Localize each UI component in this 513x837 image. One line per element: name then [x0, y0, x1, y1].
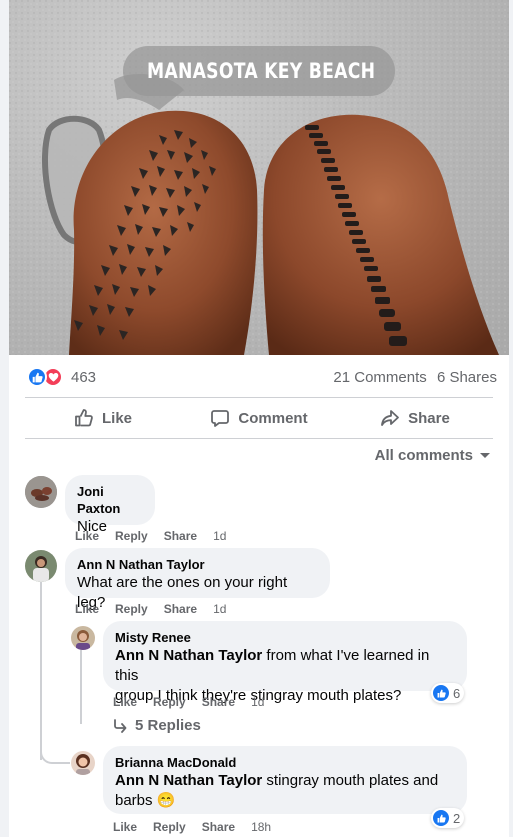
post-actions: Like Comment Share [25, 399, 493, 437]
comment-sort-dropdown[interactable]: All comments [375, 447, 491, 464]
comments-count[interactable]: 21 Comments [333, 369, 426, 386]
avatar[interactable] [25, 550, 57, 582]
comment-like-link[interactable]: Like [75, 529, 99, 543]
share-button[interactable]: Share [337, 399, 493, 437]
comment-timestamp[interactable]: 1d [213, 602, 226, 616]
chevron-down-icon [480, 452, 490, 458]
like-reaction-icon [433, 810, 449, 826]
reply-author[interactable]: Brianna MacDonald [115, 754, 455, 771]
post-photo[interactable]: MANASOTA KEY BEACH [9, 0, 509, 355]
like-button[interactable]: Like [25, 399, 181, 437]
like-reaction-icon[interactable] [27, 367, 47, 387]
reply-reaction-badge[interactable]: 2 [431, 808, 465, 828]
share-icon [381, 410, 400, 426]
reply-meta: Like Reply Share 18h [113, 820, 271, 834]
comment-author[interactable]: Joni Paxton [77, 483, 143, 517]
comment-share-link[interactable]: Share [164, 602, 197, 616]
like-reaction-icon [433, 685, 449, 701]
reaction-count: 2 [453, 810, 461, 826]
comment-bubble: Joni Paxton Nice [65, 475, 155, 535]
reaction-count[interactable]: 463 [71, 369, 96, 386]
divider [25, 397, 493, 398]
location-tag[interactable]: MANASOTA KEY BEACH [123, 46, 395, 96]
comment-reply-link[interactable]: Reply [115, 529, 148, 543]
reply-bubble: Brianna MacDonald Ann N Nathan Taylor st… [103, 746, 467, 814]
comment-button[interactable]: Comment [181, 399, 337, 437]
comment-meta: Like Reply Share 1d [75, 602, 226, 616]
thread-curve [40, 740, 70, 764]
share-label: Share [408, 409, 450, 427]
like-label: Like [101, 409, 132, 427]
reply-thread-line [80, 650, 82, 724]
grin-emoji-icon: 😁 [156, 792, 176, 809]
comment-timestamp[interactable]: 1d [213, 529, 226, 543]
location-label: MANASOTA KEY BEACH [147, 59, 376, 83]
thumbs-up-icon [75, 409, 93, 427]
comment-like-link[interactable]: Like [75, 602, 99, 616]
comment-bubble: Ann N Nathan Taylor What are the ones on… [65, 548, 330, 611]
reply-reply-link[interactable]: Reply [153, 695, 186, 709]
reply-arrow-icon [114, 718, 127, 733]
reply-author[interactable]: Misty Renee [115, 629, 455, 646]
reply-mention[interactable]: Ann N Nathan Taylor [115, 772, 262, 789]
reply-like-link[interactable]: Like [113, 695, 137, 709]
comment-icon [211, 410, 230, 427]
reply-share-link[interactable]: Share [202, 820, 235, 834]
comment-label: Comment [238, 409, 308, 427]
comment-share-link[interactable]: Share [164, 529, 197, 543]
comment-reply-link[interactable]: Reply [115, 602, 148, 616]
reply-text: Ann N Nathan Taylor stingray mouth plate… [115, 772, 439, 809]
post-card: MANASOTA KEY BEACH 463 21 Comments 6 Sha… [9, 0, 509, 837]
sort-label: All comments [374, 447, 473, 464]
reactions-summary: 463 21 Comments 6 Shares [27, 365, 497, 389]
reply-timestamp[interactable]: 1d [251, 695, 264, 709]
reply-timestamp[interactable]: 18h [251, 820, 271, 834]
avatar[interactable] [71, 626, 95, 650]
reply-share-link[interactable]: Share [202, 695, 235, 709]
comment-meta: Like Reply Share 1d [75, 529, 226, 543]
divider [25, 438, 493, 439]
reply-bubble: Misty Renee Ann N Nathan Taylor from wha… [103, 621, 467, 704]
avatar[interactable] [25, 476, 57, 508]
reaction-count: 6 [453, 685, 461, 701]
avatar[interactable] [71, 751, 95, 775]
reply-mention[interactable]: Ann N Nathan Taylor [115, 647, 262, 664]
reply-reaction-badge[interactable]: 6 [431, 683, 465, 703]
reply-reply-link[interactable]: Reply [153, 820, 186, 834]
shares-count[interactable]: 6 Shares [437, 369, 497, 386]
reply-like-link[interactable]: Like [113, 820, 137, 834]
more-replies-label: 5 Replies [135, 717, 201, 734]
thread-line [40, 582, 42, 760]
view-more-replies[interactable]: 5 Replies [113, 717, 201, 734]
comment-author[interactable]: Ann N Nathan Taylor [77, 556, 318, 573]
reply-meta: Like Reply Share 1d [113, 695, 264, 709]
